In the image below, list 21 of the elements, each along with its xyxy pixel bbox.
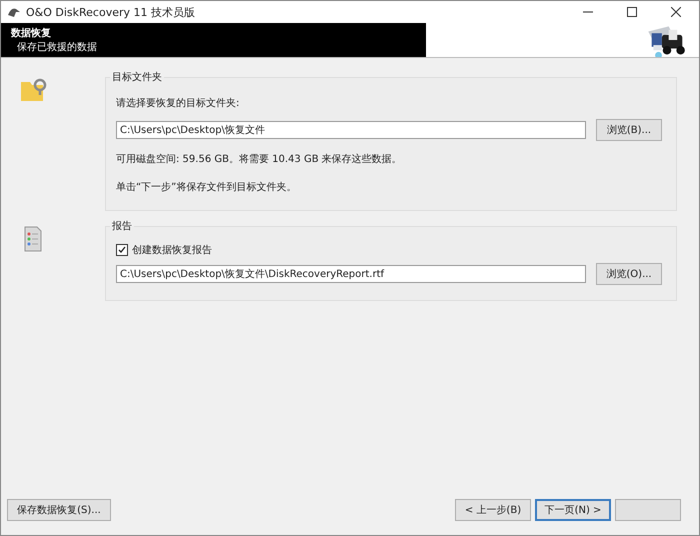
disk-space-text: 可用磁盘空间: 59.56 GB。将需要 10.43 GB 来保存这些数据。 bbox=[116, 152, 403, 166]
report-path-field[interactable]: C:\Users\pc\Desktop\恢复文件\DiskRecoveryReport.rtf bbox=[116, 265, 586, 283]
group-title: 目标文件夹 bbox=[111, 70, 163, 84]
folder-icon bbox=[19, 76, 47, 104]
report-checkbox[interactable] bbox=[116, 244, 128, 256]
group-title: 报告 bbox=[111, 220, 133, 233]
next-button[interactable]: 下一页(N) > bbox=[535, 499, 611, 521]
close-icon[interactable] bbox=[671, 7, 681, 17]
page-subheading: 保存已救援的数据 bbox=[16, 41, 98, 54]
app-icon bbox=[7, 6, 21, 18]
folder-path-field[interactable]: C:\Users\pc\Desktop\恢复文件 bbox=[116, 121, 586, 139]
page-heading: 数据恢复 bbox=[11, 26, 52, 40]
checkbox-label[interactable]: 创建数据恢复报告 bbox=[132, 243, 212, 257]
browse-button[interactable]: 浏览(B)... bbox=[596, 119, 662, 141]
hint-text: 单击“下一步”将保存文件到目标文件夹。 bbox=[116, 180, 298, 194]
back-button[interactable]: < 上一步(B) bbox=[455, 499, 531, 521]
maximize-icon[interactable] bbox=[627, 7, 637, 17]
save-recovery-button[interactable]: 保存数据恢复(S)... bbox=[7, 499, 111, 521]
folder-prompt: 请选择要恢复的目标文件夹: bbox=[116, 96, 240, 110]
window-title: O&O DiskRecovery 11 技术员版 bbox=[26, 4, 196, 20]
browse-button[interactable]: 浏览(O)... bbox=[596, 263, 662, 285]
